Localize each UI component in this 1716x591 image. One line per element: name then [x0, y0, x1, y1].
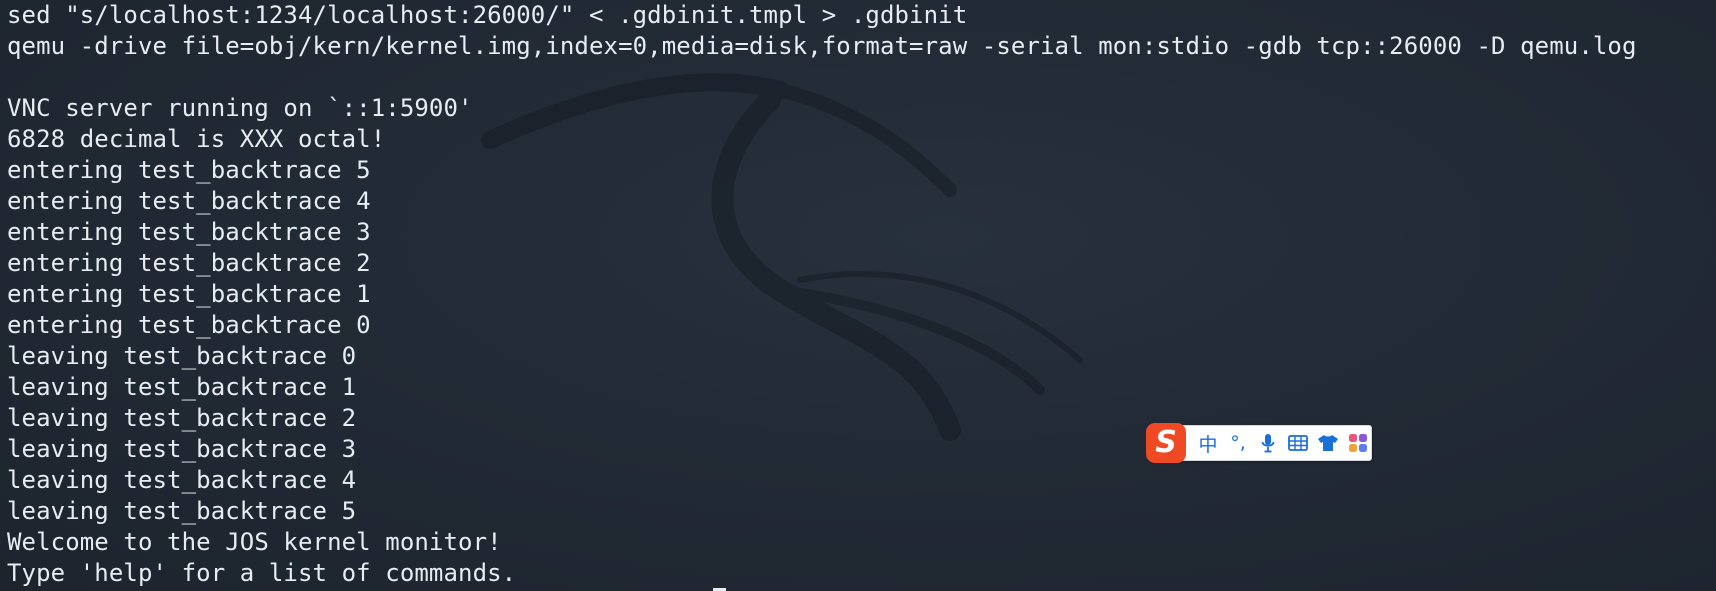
- terminal-output: sed "s/localhost:1234/localhost:26000/" …: [7, 0, 1637, 589]
- sogou-logo-icon[interactable]: S: [1146, 423, 1186, 463]
- ime-punctuation-toggle[interactable]: °,: [1223, 426, 1253, 460]
- keyboard-icon[interactable]: [1283, 426, 1313, 460]
- terminal-line: Type 'help' for a list of commands.: [7, 559, 517, 587]
- terminal-line: leaving test_backtrace 1: [7, 373, 357, 401]
- terminal-line: entering test_backtrace 4: [7, 187, 371, 215]
- ime-mode-toggle[interactable]: 中: [1193, 426, 1223, 460]
- terminal-window[interactable]: sed "s/localhost:1234/localhost:26000/" …: [0, 0, 1716, 591]
- terminal-line: VNC server running on `::1:5900': [7, 94, 473, 122]
- terminal-line: leaving test_backtrace 2: [7, 404, 357, 432]
- terminal-line: leaving test_backtrace 0: [7, 342, 357, 370]
- terminal-line: entering test_backtrace 1: [7, 280, 371, 308]
- terminal-line: qemu -drive file=obj/kern/kernel.img,ind…: [7, 32, 1637, 60]
- terminal-line: Welcome to the JOS kernel monitor!: [7, 528, 502, 556]
- terminal-line: entering test_backtrace 2: [7, 249, 371, 277]
- terminal-line: entering test_backtrace 3: [7, 218, 371, 246]
- terminal-line: 6828 decimal is XXX octal!: [7, 125, 386, 153]
- microphone-icon[interactable]: [1253, 426, 1283, 460]
- ime-toolbar[interactable]: S 中 °,: [1146, 423, 1373, 463]
- terminal-line: sed "s/localhost:1234/localhost:26000/" …: [7, 1, 968, 29]
- terminal-line: entering test_backtrace 5: [7, 156, 371, 184]
- terminal-line: entering test_backtrace 0: [7, 311, 371, 339]
- toolbox-icon[interactable]: [1343, 426, 1373, 460]
- terminal-line: leaving test_backtrace 3: [7, 435, 357, 463]
- terminal-line: leaving test_backtrace 5: [7, 497, 357, 525]
- skin-shirt-icon[interactable]: [1313, 426, 1343, 460]
- terminal-line: leaving test_backtrace 4: [7, 466, 357, 494]
